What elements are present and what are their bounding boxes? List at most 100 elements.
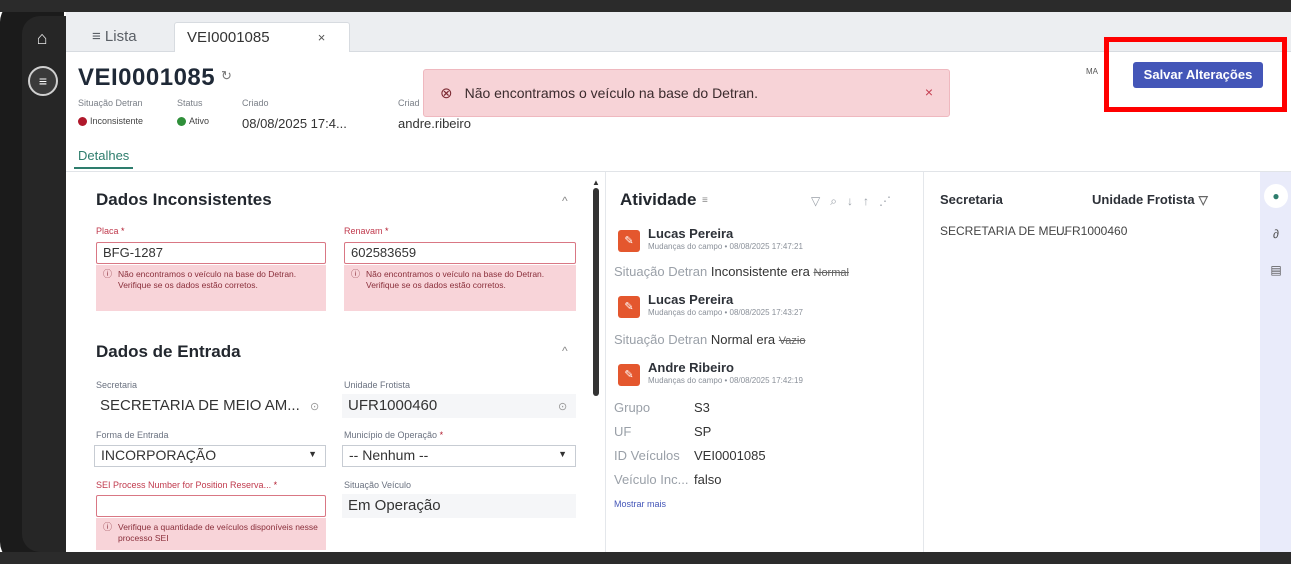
unidade-value: UFR1000460 (342, 394, 576, 418)
scroll-up-icon[interactable]: ▲ (592, 178, 600, 187)
forma-value: INCORPORAÇÃO (101, 447, 217, 463)
activity-title: Atividade (620, 190, 697, 209)
edit-icon: ✎ (618, 364, 640, 386)
sei-error-text: Verifique a quantidade de veículos dispo… (118, 522, 318, 543)
section-title-entrada: Dados de Entrada (96, 342, 241, 361)
utility-strip: ● ∂ ▤ (1260, 172, 1291, 552)
activity-user[interactable]: Lucas Pereira (648, 226, 733, 241)
close-toast-icon[interactable]: × (925, 84, 933, 100)
list-icon: ≡ (702, 195, 708, 206)
unidade-label: Unidade Frotista (344, 380, 411, 390)
lock-icon: ⊙ (310, 401, 320, 413)
page-title: VEI0001085 (78, 64, 216, 91)
change-new: Inconsistente era (710, 264, 810, 279)
tab-detalhes[interactable]: Detalhes (74, 148, 134, 169)
placa-error-text: Não encontramos o veículo na base do Det… (118, 269, 297, 290)
change-old: Normal (813, 267, 849, 279)
error-toast: ⊗ Não encontramos o veículo na base do D… (423, 69, 950, 117)
device-bezel-bottom (0, 552, 1291, 564)
change-old: Vazio (778, 335, 806, 347)
status-value: Ativo (189, 116, 210, 126)
sei-error: ⓘ Verifique a quantidade de veículos disp… (96, 518, 326, 550)
criado-value: 08/08/2025 17:4... (242, 116, 347, 131)
kv-value: VEI0001085 (694, 448, 766, 463)
table-cell[interactable]: SECRETARIA DE ME... (940, 224, 1066, 238)
situacao-value: Inconsistente (90, 116, 144, 126)
activity-meta: Mudanças do campo • 08/08/2025 17:42:19 (648, 376, 803, 385)
status-dot-green (177, 116, 186, 126)
column-header-unidade-label: Unidade Frotista (1092, 192, 1195, 207)
column-header-secretaria[interactable]: Secretaria (940, 192, 1003, 207)
sei-label: SEI Process Number for Position Reserva.… (96, 480, 277, 490)
activity-panel: Atividade ≡ ▽⌕↓↑⋰ ✎ Lucas Pereira Mudanç… (606, 172, 924, 552)
kv-key: ID Veículos (614, 448, 680, 463)
section-title-inconsistentes: Dados Inconsistentes (96, 190, 272, 209)
situacao-badge: Inconsistente (78, 116, 143, 126)
renavam-input[interactable]: 602583659 (344, 242, 576, 264)
kv-key: Grupo (614, 400, 651, 415)
kv-key: UF (614, 424, 632, 439)
sei-input[interactable] (96, 495, 326, 517)
document-icon[interactable]: ▤ (1264, 258, 1288, 282)
ma-label: MA (1086, 67, 1098, 76)
related-panel: Secretaria Unidade Frotista ▽ SECRETARIA … (924, 172, 1260, 552)
forma-select[interactable]: INCORPORAÇÃO ▼ (94, 445, 326, 467)
kv-key: Veículo Inc... (614, 472, 689, 487)
activity-change: Situação Detran Normal era Vazio (614, 332, 805, 347)
scrollbar[interactable] (593, 188, 599, 396)
placa-label: Placa (96, 226, 125, 236)
situacao-veiculo-label: Situação Veículo (344, 480, 412, 490)
activity-user[interactable]: Lucas Pereira (648, 292, 733, 307)
activity-meta: Mudanças do campo • 08/08/2025 17:43:27 (648, 308, 803, 317)
column-header-unidade[interactable]: Unidade Frotista ▽ (1092, 192, 1208, 207)
chat-icon[interactable]: ● (1264, 184, 1288, 208)
edit-icon: ✎ (618, 230, 640, 252)
change-new: Normal era (710, 332, 776, 347)
filter-icon[interactable]: ▽ (1199, 193, 1208, 207)
placa-error: ⓘ Não encontramos o veículo na base do De… (96, 265, 326, 311)
municipio-select[interactable]: -- Nenhum -- ▼ (342, 445, 576, 467)
app-frame: ⌂ ≡ ≡ Lista VEI0001085 × VEI0001085 ↻ Si… (0, 0, 1291, 564)
renavam-error-text: Não encontramos o veículo na base do Det… (366, 269, 545, 290)
forma-label: Forma de Entrada (96, 430, 169, 440)
home-icon[interactable]: ⌂ (30, 26, 54, 50)
change-field: Situação Detran (614, 332, 708, 347)
close-tab-icon[interactable]: × (318, 30, 326, 45)
kv-value: S3 (694, 400, 710, 415)
table-cell[interactable]: UFR1000460 (1056, 224, 1127, 238)
criado-por-value[interactable]: andre.ribeiro (398, 116, 471, 131)
tab-record[interactable]: VEI0001085 × (174, 22, 350, 52)
activity-user[interactable]: Andre Ribeiro (648, 360, 734, 375)
secretaria-value: SECRETARIA DE MEIO AM... (100, 397, 300, 414)
kv-value: falso (694, 472, 722, 487)
warning-icon: ⓘ (103, 269, 113, 279)
tab-list[interactable]: ≡ Lista (80, 22, 149, 52)
warning-icon: ⓘ (351, 269, 361, 279)
lock-icon: ⊙ (558, 401, 568, 413)
status-dot-red (78, 116, 87, 126)
status-label: Status (177, 98, 203, 108)
tab-record-label: VEI0001085 (187, 29, 270, 46)
highlight-box (1104, 37, 1287, 112)
device-bezel-top (0, 0, 1291, 12)
collapse-icon[interactable]: ^ (562, 344, 568, 358)
refresh-icon[interactable]: ↻ (221, 68, 232, 84)
collapse-icon[interactable]: ^ (562, 194, 568, 208)
situacao-veiculo-value: Em Operação (342, 494, 576, 518)
municipio-label: Município de Operação (344, 430, 443, 440)
form-panel: Dados Inconsistentes ^ Placa BFG-1287 ⓘ N… (66, 172, 606, 552)
activity-meta: Mudanças do campo • 08/08/2025 17:47:21 (648, 242, 803, 251)
edit-icon: ✎ (618, 296, 640, 318)
error-circle-icon: ⊗ (440, 85, 453, 102)
show-more-link[interactable]: Mostrar mais (614, 499, 666, 509)
placa-input[interactable]: BFG-1287 (96, 242, 326, 264)
renavam-error: ⓘ Não encontramos o veículo na base do De… (344, 265, 576, 311)
municipio-value: -- Nenhum -- (349, 447, 429, 463)
activity-toolbar[interactable]: ▽⌕↓↑⋰ (811, 194, 901, 209)
attachment-icon[interactable]: ∂ (1264, 222, 1288, 246)
secretaria-label: Secretaria (96, 380, 138, 390)
renavam-label: Renavam (344, 226, 389, 236)
criado-label: Criado (242, 98, 269, 108)
menu-icon[interactable]: ≡ (28, 66, 58, 96)
kv-value: SP (694, 424, 712, 439)
